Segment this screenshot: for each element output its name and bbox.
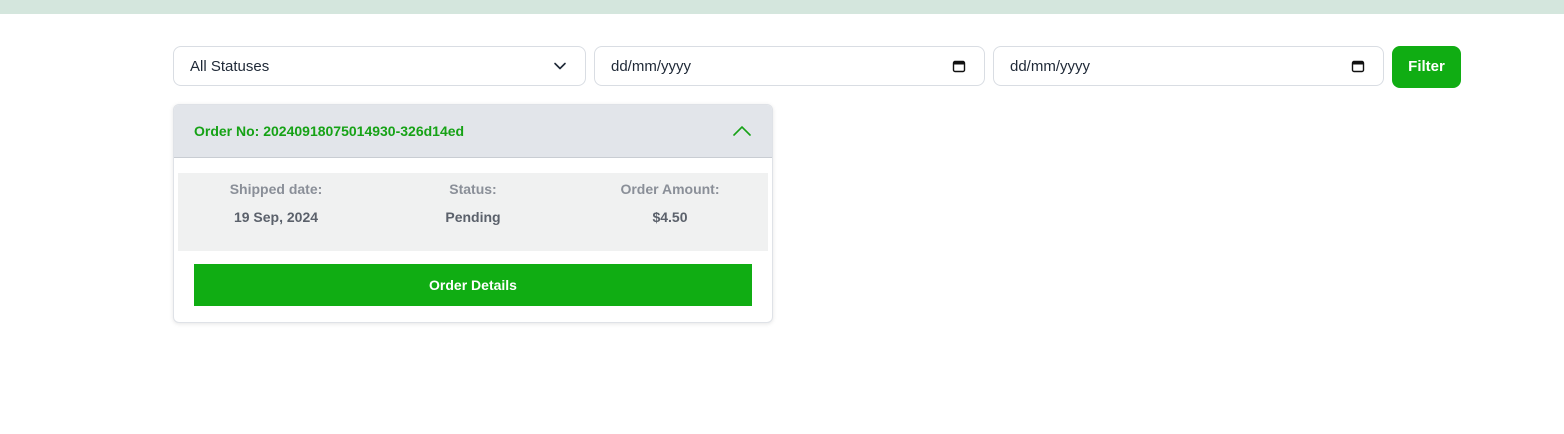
date-from-placeholder: dd/mm/yyyy bbox=[611, 58, 692, 75]
shipped-date-value: 19 Sep, 2024 bbox=[233, 209, 319, 225]
order-card-header[interactable]: Order No: 20240918075014930-326d14ed bbox=[174, 105, 772, 158]
status-block: Status: Pending bbox=[375, 173, 571, 251]
date-from-input[interactable]: dd/mm/yyyy bbox=[594, 46, 985, 86]
status-select-value: All Statuses bbox=[190, 58, 270, 75]
date-to-input[interactable]: dd/mm/yyyy bbox=[993, 46, 1384, 86]
date-to-placeholder: dd/mm/yyyy bbox=[1010, 58, 1091, 75]
order-amount-block: Order Amount: $4.50 bbox=[572, 173, 768, 251]
order-card: Order No: 20240918075014930-326d14ed Shi… bbox=[173, 104, 773, 323]
shipped-date-label: Shipped date: bbox=[229, 181, 323, 197]
order-amount-value: $4.50 bbox=[652, 209, 688, 225]
order-summary: Shipped date: 19 Sep, 2024 Status: Pendi… bbox=[178, 173, 768, 251]
filter-bar: All Statuses dd/mm/yyyy dd/mm/yyyy Filte… bbox=[173, 46, 1461, 88]
top-band bbox=[0, 0, 1564, 14]
order-amount-label: Order Amount: bbox=[620, 181, 720, 197]
chevron-up-icon[interactable] bbox=[732, 123, 752, 139]
calendar-icon[interactable] bbox=[952, 59, 966, 73]
shipped-date-block: Shipped date: 19 Sep, 2024 bbox=[178, 173, 374, 251]
order-number: Order No: 20240918075014930-326d14ed bbox=[194, 123, 465, 139]
status-select[interactable]: All Statuses bbox=[173, 46, 586, 86]
status-label: Status: bbox=[449, 181, 497, 197]
status-value: Pending bbox=[445, 209, 501, 225]
chevron-down-icon bbox=[554, 62, 566, 70]
calendar-icon[interactable] bbox=[1351, 59, 1365, 73]
filter-button[interactable]: Filter bbox=[1392, 46, 1461, 88]
order-details-button[interactable]: Order Details bbox=[194, 264, 752, 306]
